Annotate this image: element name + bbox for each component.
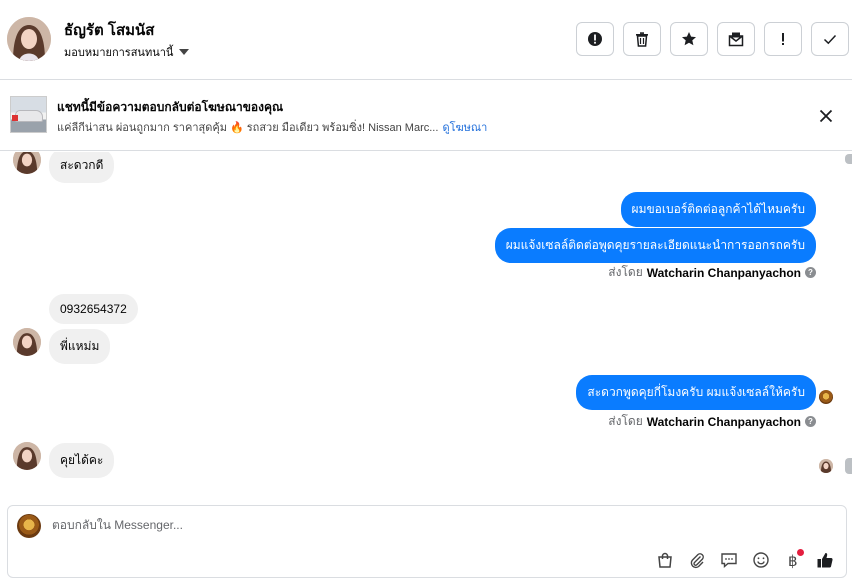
- payment-button[interactable]: ฿: [782, 549, 804, 571]
- sent-by-label: ส่งโดย Watcharin Chanpanyachon ?: [608, 263, 816, 282]
- like-icon: [817, 553, 833, 568]
- message-thread: สะดวกดี ผมขอเบอร์ติดต่อลูกค้าได้ไหมครับ …: [0, 152, 852, 504]
- delete-button[interactable]: [623, 22, 661, 56]
- contact-name[interactable]: ธัญรัต โสมนัส: [64, 18, 154, 42]
- agent-name[interactable]: Watcharin Chanpanyachon: [647, 266, 801, 280]
- composer-toolbar: ฿: [654, 549, 836, 571]
- header-actions: [576, 22, 849, 56]
- star-button[interactable]: [670, 22, 708, 56]
- scrollbar-top-edge: [845, 154, 852, 164]
- outgoing-message[interactable]: ผมแจ้งเซลล์ติดต่อพูดคุยรายละเอียดแนะนำกา…: [494, 228, 816, 263]
- contact-message-avatar: [13, 328, 41, 356]
- page-avatar: [17, 514, 41, 538]
- message-composer: ฿: [7, 505, 847, 578]
- sent-by-label: ส่งโดย Watcharin Chanpanyachon ?: [608, 412, 816, 431]
- like-button[interactable]: [814, 549, 836, 571]
- incoming-message[interactable]: พี่แหม่ม: [49, 329, 111, 364]
- assign-conversation-dropdown[interactable]: มอบหมายการสนทนานี้: [64, 43, 190, 61]
- outgoing-message[interactable]: ผมขอเบอร์ติดต่อลูกค้าได้ไหมครับ: [620, 192, 816, 227]
- emoji-icon: [753, 552, 769, 568]
- caret-down-icon: [179, 49, 190, 55]
- star-icon: [682, 32, 696, 46]
- mark-unread-button[interactable]: [717, 22, 755, 56]
- ad-description: แค่ลีกีน่าสน ผ่อนถูกมาก ราคาสุดคุ้ม 🔥 รถ…: [57, 122, 439, 134]
- scrollbar-thumb[interactable]: [845, 458, 852, 474]
- incoming-message[interactable]: คุยได้คะ: [49, 443, 115, 478]
- mark-unread-icon: [728, 32, 744, 47]
- ad-banner-title: แชทนี้มีข้อความตอบกลับต่อโฆษณาของคุณ: [57, 100, 284, 114]
- paperclip-icon: [690, 553, 704, 569]
- conversation-header: ธัญรัต โสมนัส มอบหมายการสนทนานี้: [0, 0, 852, 80]
- reply-input[interactable]: [52, 518, 752, 532]
- contact-message-avatar: [13, 152, 41, 174]
- close-icon: [819, 109, 833, 123]
- close-banner-button[interactable]: [816, 106, 836, 126]
- ad-banner-subtitle: แค่ลีกีน่าสน ผ่อนถูกมาก ราคาสุดคุ้ม 🔥 รถ…: [57, 118, 487, 136]
- emoji-button[interactable]: [750, 549, 772, 571]
- mark-done-button[interactable]: [811, 22, 849, 56]
- read-receipt-avatar: [819, 459, 833, 473]
- thread-scrollbar[interactable]: [845, 152, 852, 504]
- report-button[interactable]: [576, 22, 614, 56]
- seen-by-avatar: [819, 390, 833, 404]
- notification-dot: [797, 549, 804, 556]
- agent-name[interactable]: Watcharin Chanpanyachon: [647, 415, 801, 429]
- info-icon[interactable]: ?: [805, 416, 816, 427]
- trash-icon: [636, 32, 648, 47]
- svg-text:฿: ฿: [788, 552, 798, 569]
- saved-reply-icon: [721, 553, 737, 569]
- ad-reply-banner: แชทนี้มีข้อความตอบกลับต่อโฆษณาของคุณ แค่…: [0, 81, 852, 151]
- messenger-conversation-panel: ธัญรัต โสมนัส มอบหมายการสนทนานี้ แชทนี้ม…: [0, 0, 852, 583]
- assign-label: มอบหมายการสนทนานี้: [64, 47, 174, 59]
- attach-button[interactable]: [686, 549, 708, 571]
- contact-avatar[interactable]: [7, 17, 51, 61]
- incoming-message[interactable]: สะดวกดี: [49, 152, 115, 183]
- incoming-message[interactable]: 0932654372: [49, 294, 138, 324]
- shopping-bag-icon: [658, 552, 672, 568]
- shop-button[interactable]: [654, 549, 676, 571]
- check-icon: [823, 34, 837, 45]
- spam-button[interactable]: [764, 22, 802, 56]
- contact-message-avatar: [13, 442, 41, 470]
- exclamation-icon: [782, 33, 784, 45]
- info-icon[interactable]: ?: [805, 267, 816, 278]
- saved-replies-button[interactable]: [718, 549, 740, 571]
- view-ad-link[interactable]: ดูโฆษณา: [442, 122, 487, 134]
- ad-thumbnail[interactable]: [10, 96, 47, 133]
- report-icon: [588, 32, 602, 46]
- outgoing-message[interactable]: สะดวกพูดคุยกี่โมงครับ ผมแจ้งเซลล์ให้ครับ: [576, 375, 816, 410]
